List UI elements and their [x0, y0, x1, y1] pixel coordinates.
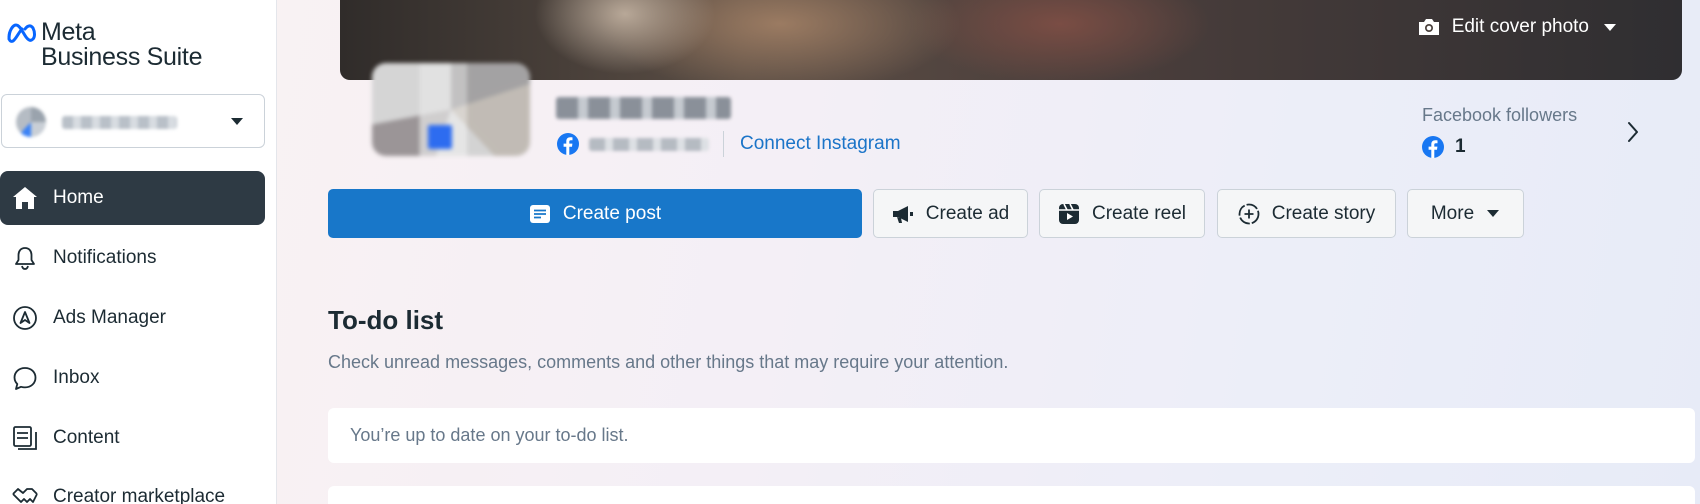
create-post-button[interactable]: Create post	[328, 189, 862, 238]
sidebar-item-label: Creator marketplace	[53, 486, 226, 504]
edit-cover-label: Edit cover photo	[1451, 16, 1589, 37]
sidebar-item-inbox[interactable]: Inbox	[0, 351, 265, 405]
create-reel-label: Create reel	[1092, 202, 1186, 224]
facebook-page-handle-blurred[interactable]	[589, 137, 709, 151]
account-name-blurred	[62, 116, 177, 129]
caret-down-icon	[1604, 23, 1616, 31]
account-avatar	[16, 107, 46, 137]
sidebar-item-label: Ads Manager	[53, 307, 167, 328]
home-icon	[12, 185, 38, 211]
caret-down-icon	[1487, 210, 1500, 217]
facebook-icon	[1422, 136, 1444, 158]
todo-empty-card: You’re up to date on your to-do list.	[328, 408, 1695, 463]
chat-bubble-icon	[12, 365, 38, 391]
divider	[723, 131, 724, 157]
meta-logo-icon	[7, 23, 36, 43]
next-card	[328, 486, 1695, 504]
camera-icon	[1418, 19, 1439, 35]
bell-icon	[12, 245, 38, 271]
followers-count: 1	[1455, 136, 1466, 157]
sidebar-item-label: Notifications	[53, 247, 157, 268]
connect-instagram-link[interactable]: Connect Instagram	[740, 133, 901, 155]
todo-list-subtitle: Check unread messages, comments and othe…	[328, 352, 1009, 372]
cover-photo: Edit cover photo	[340, 0, 1682, 80]
handshake-icon	[12, 484, 38, 504]
sidebar-item-label: Inbox	[53, 367, 100, 388]
brand-name-line1: Meta	[41, 18, 96, 46]
sidebar-item-content[interactable]: Content	[0, 411, 265, 465]
create-story-label: Create story	[1271, 202, 1376, 224]
edit-cover-photo-button[interactable]: Edit cover photo	[1417, 16, 1617, 38]
ads-manager-icon	[12, 305, 38, 331]
account-switcher[interactable]	[1, 94, 265, 148]
content-icon	[12, 425, 38, 451]
followers-label: Facebook followers	[1422, 105, 1578, 125]
create-ad-label: Create ad	[925, 202, 1010, 224]
post-icon	[529, 204, 551, 224]
create-post-label: Create post	[562, 202, 662, 224]
brand-name-line2: Business Suite	[41, 43, 203, 71]
todo-empty-message: You’re up to date on your to-do list.	[350, 425, 629, 445]
more-label: More	[1430, 202, 1475, 224]
create-story-button[interactable]: Create story	[1217, 189, 1396, 238]
more-button[interactable]: More	[1407, 189, 1524, 238]
facebook-icon	[557, 133, 579, 155]
sidebar-item-ads-manager[interactable]: Ads Manager	[0, 291, 265, 345]
sidebar-item-creator-marketplace[interactable]: Creator marketplace	[0, 470, 265, 504]
meta-business-suite-logo[interactable]: Meta Business Suite	[6, 20, 202, 70]
megaphone-icon	[892, 204, 914, 224]
create-reel-button[interactable]: Create reel	[1039, 189, 1205, 238]
reel-icon	[1058, 203, 1080, 225]
page-accounts-row: Connect Instagram	[557, 131, 901, 157]
sidebar-item-label: Content	[53, 427, 120, 448]
sidebar: Meta Business Suite Home Notifications A…	[0, 0, 277, 504]
facebook-followers[interactable]: Facebook followers 1	[1422, 105, 1577, 158]
story-add-icon	[1238, 203, 1260, 225]
chevron-right-icon[interactable]	[1627, 121, 1639, 143]
sidebar-item-notifications[interactable]: Notifications	[0, 231, 265, 285]
caret-down-icon	[231, 118, 243, 125]
sidebar-item-label: Home	[53, 187, 104, 208]
todo-list-title: To-do list	[328, 305, 444, 335]
sidebar-item-home[interactable]: Home	[0, 171, 265, 225]
create-ad-button[interactable]: Create ad	[873, 189, 1028, 238]
page-name-blurred[interactable]	[556, 97, 731, 119]
page-profile-picture[interactable]	[372, 63, 530, 156]
